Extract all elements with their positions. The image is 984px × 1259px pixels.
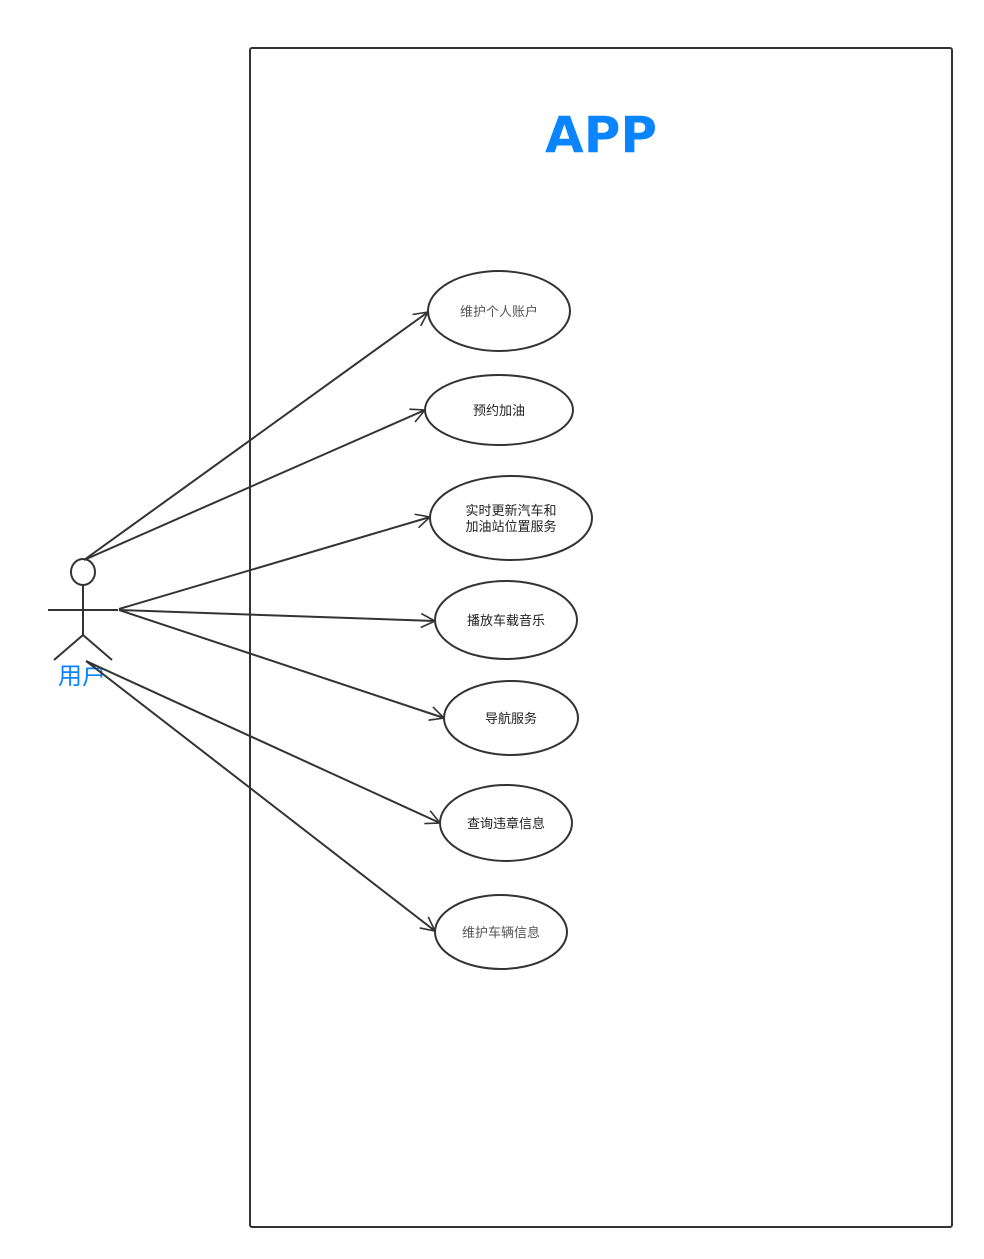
system-boundary xyxy=(249,47,953,1228)
association-arrow-reserve-refuel xyxy=(83,410,425,561)
use-case-label: 维护个人账户 xyxy=(460,304,538,320)
use-case-diagram: APP 用户 维护个人账户预约加油实时更新汽车和加油站位置服务播放车载音乐导航服… xyxy=(48,47,953,1228)
use-case-play-music[interactable]: 播放车载音乐 xyxy=(434,580,578,660)
association-arrows xyxy=(83,312,444,931)
use-case-reserve-refuel[interactable]: 预约加油 xyxy=(424,374,574,446)
use-case-label: 导航服务 xyxy=(485,711,537,727)
association-arrow-navigation xyxy=(118,609,444,718)
association-arrow-maintain-account xyxy=(83,312,428,561)
use-case-label: 预约加油 xyxy=(473,404,525,419)
use-case-query-violation[interactable]: 查询违章信息 xyxy=(439,784,573,862)
stick-figure-icon xyxy=(48,558,118,661)
use-case-maintain-vehicle[interactable]: 维护车辆信息 xyxy=(434,894,568,970)
use-case-label: 加油站位置服务 xyxy=(465,519,556,535)
use-case-realtime-location[interactable]: 实时更新汽车和加油站位置服务 xyxy=(429,475,593,561)
association-arrow-play-music xyxy=(118,609,435,621)
use-case-label: 播放车载音乐 xyxy=(467,613,545,629)
use-case-group: 维护个人账户预约加油实时更新汽车和加油站位置服务播放车载音乐导航服务查询违章信息… xyxy=(424,270,593,970)
use-case-label: 维护车辆信息 xyxy=(462,925,540,941)
system-title: APP xyxy=(545,106,657,164)
use-case-label: 实时更新汽车和 xyxy=(465,503,556,519)
use-case-label: 查询违章信息 xyxy=(467,816,545,832)
association-arrow-realtime-location xyxy=(118,517,430,610)
use-case-maintain-account[interactable]: 维护个人账户 xyxy=(427,270,571,352)
use-case-navigation[interactable]: 导航服务 xyxy=(443,680,579,756)
